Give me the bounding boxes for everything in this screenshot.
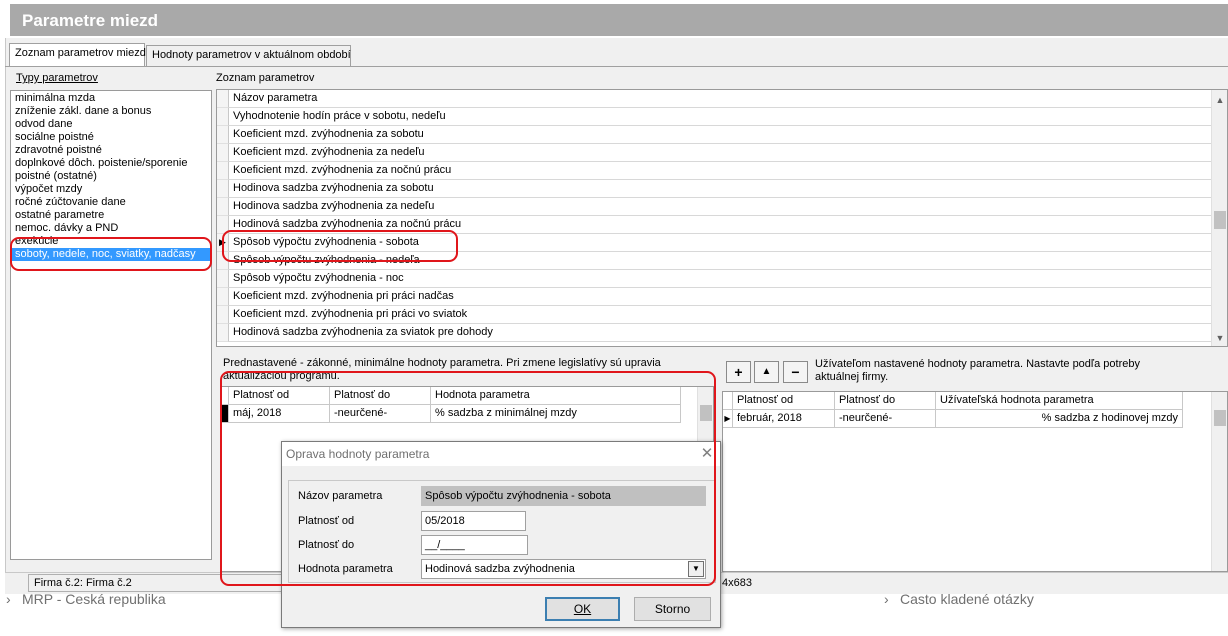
scroll-down-icon[interactable]: ▼	[1212, 330, 1227, 346]
status-resolution: 4x683	[722, 577, 752, 589]
remove-value-button[interactable]: −	[783, 361, 808, 383]
table-row[interactable]: Koeficient mzd. zvýhodnenia za sobotu	[229, 126, 1211, 144]
ok-button-label: OK	[573, 602, 592, 616]
row-selector[interactable]	[217, 288, 229, 306]
table-cell[interactable]: % sadzba z hodinovej mzdy	[936, 410, 1183, 428]
param-types-list[interactable]: minimálna mzda zníženie zákl. dane a bon…	[10, 90, 212, 560]
table-row[interactable]: Koeficient mzd. zvýhodnenia za nočnú prá…	[229, 162, 1211, 180]
column-header[interactable]: Platnosť do	[835, 392, 936, 410]
user-grid-scrollbar[interactable]	[1211, 392, 1227, 571]
scroll-thumb[interactable]	[1214, 410, 1226, 426]
table-row[interactable]: Hodinova sadzba zvýhodnenia za sobotu	[229, 180, 1211, 198]
highlight-left-selection	[10, 237, 212, 271]
table-cell[interactable]: február, 2018	[733, 410, 835, 428]
list-item[interactable]: ostatné parametre	[11, 209, 211, 222]
scroll-up-icon[interactable]: ▲	[1212, 92, 1227, 108]
row-selector[interactable]	[217, 144, 229, 162]
user-values-note: Užívateľom nastavené hodnoty parametra. …	[815, 358, 1140, 383]
list-item[interactable]: výpočet mzdy	[11, 183, 211, 196]
param-list-label: Zoznam parametrov	[216, 72, 315, 84]
table-row[interactable]: Koeficient mzd. zvýhodnenia pri práci vo…	[229, 306, 1211, 324]
list-item[interactable]: minimálna mzda	[11, 92, 211, 105]
window-title: Parametre miezd	[10, 4, 1228, 36]
tab-parameter-list[interactable]: Zoznam parametrov miezd	[9, 43, 146, 66]
highlight-current-param	[222, 230, 458, 262]
row-selector[interactable]	[217, 162, 229, 180]
table-row[interactable]: Hodinová sadzba zvýhodnenia za sviatok p…	[229, 324, 1211, 342]
add-value-button[interactable]: +	[726, 361, 751, 383]
current-row-arrow-icon[interactable]: ▶	[723, 410, 733, 428]
row-selector[interactable]	[217, 180, 229, 198]
row-selector[interactable]	[217, 270, 229, 288]
row-selector[interactable]	[217, 324, 229, 342]
list-item[interactable]: poistné (ostatné)	[11, 170, 211, 183]
table-row[interactable]: Koeficient mzd. zvýhodnenia pri práci na…	[229, 288, 1211, 306]
column-header[interactable]: Užívateľská hodnota parametra	[936, 392, 1183, 410]
column-header[interactable]: Platnosť od	[733, 392, 835, 410]
row-selector[interactable]	[723, 392, 733, 410]
ok-button[interactable]: OK	[545, 597, 620, 621]
highlight-defaults-area	[220, 371, 716, 586]
list-item[interactable]: odvod dane	[11, 118, 211, 131]
cancel-button[interactable]: Storno	[634, 597, 711, 621]
row-selector[interactable]	[217, 108, 229, 126]
user-values-grid: Platnosť od Platnosť do Užívateľská hodn…	[722, 391, 1228, 572]
table-cell[interactable]: -neurčené-	[835, 410, 936, 428]
row-selector[interactable]	[217, 198, 229, 216]
table-row[interactable]: Hodinova sadzba zvýhodnenia za nedeľu	[229, 198, 1211, 216]
list-item[interactable]: sociálne poistné	[11, 131, 211, 144]
table-row[interactable]: Vyhodnotenie hodín práce v sobotu, nedeľ…	[229, 108, 1211, 126]
param-grid-scrollbar[interactable]: ▲ ▼	[1211, 90, 1227, 346]
table-row[interactable]: Koeficient mzd. zvýhodnenia za nedeľu	[229, 144, 1211, 162]
list-item[interactable]: zdravotné poistné	[11, 144, 211, 157]
table-row[interactable]: Spôsob výpočtu zvýhodnenia - noc	[229, 270, 1211, 288]
row-selector[interactable]	[217, 126, 229, 144]
row-selector[interactable]	[217, 90, 229, 108]
param-grid: Názov parametra Vyhodnotenie hodín práce…	[216, 89, 1228, 347]
row-selector[interactable]	[217, 306, 229, 324]
tab-divider	[5, 66, 1228, 67]
move-up-button[interactable]: ▲	[754, 361, 779, 383]
column-header-name[interactable]: Názov parametra	[229, 90, 1211, 108]
list-item[interactable]: zníženie zákl. dane a bonus	[11, 105, 211, 118]
scroll-thumb[interactable]	[1214, 211, 1226, 229]
tab-current-values[interactable]: Hodnoty parametrov v aktuálnom období	[146, 45, 351, 66]
list-item[interactable]: doplnkové dôch. poistenie/sporenie	[11, 157, 211, 170]
param-types-label: Typy parametrov	[16, 72, 98, 84]
list-item[interactable]: ročné zúčtovanie dane	[11, 196, 211, 209]
list-item[interactable]: nemoc. dávky a PND	[11, 222, 211, 235]
